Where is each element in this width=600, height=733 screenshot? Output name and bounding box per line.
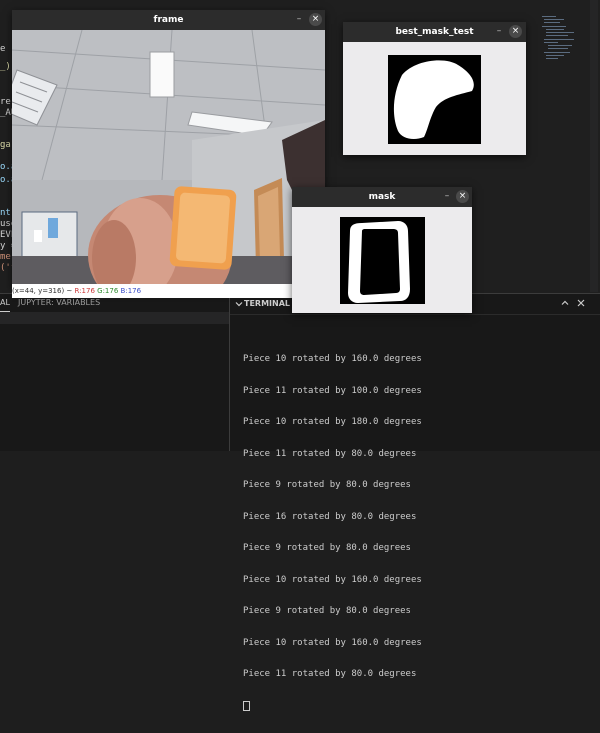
terminal-line: Piece 10 rotated by 180.0 degrees (243, 417, 422, 427)
terminal-output[interactable]: Piece 10 rotated by 160.0 degrees Piece … (243, 333, 422, 733)
status-coords: (x=44, y=316) ~ (12, 287, 73, 295)
code-fragment: e (0, 44, 6, 54)
camera-frame-image[interactable] (12, 30, 325, 284)
frame-window[interactable]: frame – × (x=44, y=316) ~ R:176 G:176 B:… (12, 10, 325, 298)
close-button[interactable]: × (456, 190, 469, 203)
chevron-up-icon[interactable] (560, 298, 570, 308)
editor-scrollbar[interactable] (590, 0, 598, 292)
best-mask-image[interactable] (388, 55, 481, 144)
window-titlebar[interactable]: best_mask_test – × (343, 22, 526, 42)
best-mask-test-window[interactable]: best_mask_test – × (343, 22, 526, 155)
terminal-line: Piece 16 rotated by 80.0 degrees (243, 511, 417, 522)
code-fragment: _) (0, 62, 11, 72)
camera-scene (12, 30, 325, 284)
minimize-button[interactable]: – (294, 14, 304, 24)
status-g: G:176 (97, 287, 119, 295)
terminal-line: Piece 10 rotated by 160.0 degrees (243, 574, 422, 585)
mask-image[interactable] (340, 217, 425, 304)
terminal-line: Piece 9 rotated by 80.0 degrees (243, 543, 411, 553)
status-b: B:176 (120, 287, 142, 295)
panel-actions (560, 296, 596, 310)
terminal-line: Piece 10 rotated by 160.0 degrees (243, 637, 422, 648)
status-bar: (x=44, y=316) ~ R:176 G:176 B:176 (12, 284, 325, 298)
close-button[interactable]: × (509, 25, 522, 38)
terminal-line: Piece 9 rotated by 80.0 degrees (243, 480, 411, 490)
terminal-line: Piece 11 rotated by 80.0 degrees (243, 669, 417, 679)
terminal-cursor (243, 700, 422, 712)
close-button[interactable]: × (309, 13, 322, 26)
minimize-button[interactable]: – (442, 191, 452, 201)
left-bottom-panel: AL JUPYTER: VARIABLES (0, 294, 229, 451)
status-r: R:176 (74, 287, 95, 295)
minimap[interactable] (540, 14, 580, 70)
mask-window[interactable]: mask – × (292, 187, 472, 313)
chevron-down-icon[interactable] (234, 299, 244, 309)
minimize-button[interactable]: – (494, 26, 504, 36)
tab-active[interactable]: AL (0, 294, 10, 312)
terminal-line: Piece 11 rotated by 100.0 degrees (243, 385, 422, 396)
window-titlebar[interactable]: frame – × (12, 10, 325, 30)
left-panel-strip (0, 312, 229, 324)
window-titlebar[interactable]: mask – × (292, 187, 472, 207)
close-panel-icon[interactable] (576, 298, 586, 308)
terminal-panel[interactable]: TERMINAL Piece 10 rotated by 160.0 degre… (230, 294, 600, 711)
terminal-title: TERMINAL (244, 299, 291, 308)
code-fragment: ga (0, 140, 11, 150)
terminal-line: Piece 10 rotated by 160.0 degrees (243, 354, 422, 364)
terminal-line: Piece 9 rotated by 80.0 degrees (243, 606, 411, 616)
terminal-line: Piece 11 rotated by 80.0 degrees (243, 448, 417, 459)
window-title: frame (153, 15, 184, 25)
